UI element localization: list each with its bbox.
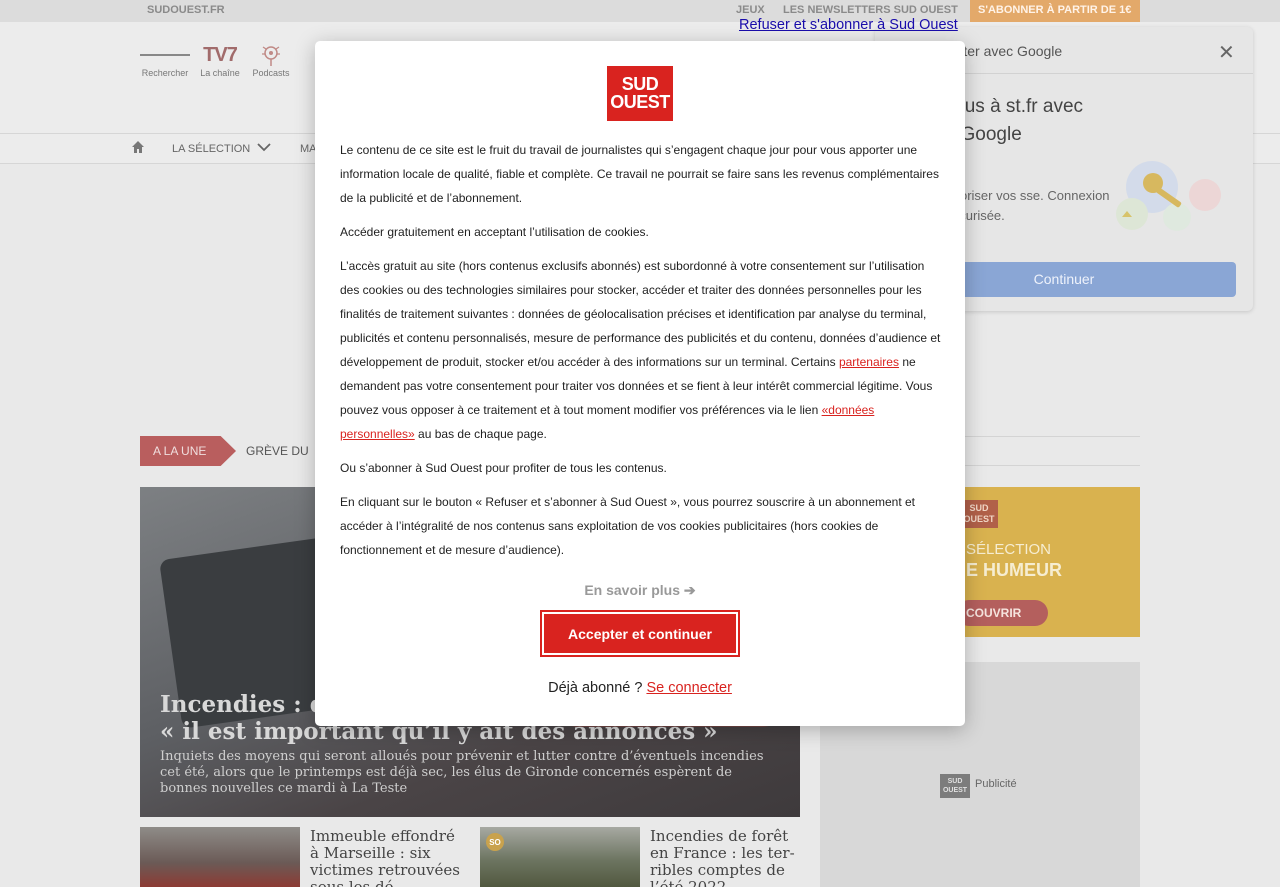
consent-details-text: au bas de chaque page. [414, 427, 547, 441]
consent-details-text: L’accès gratuit au site (hors contenus e… [340, 259, 941, 369]
consent-refuse-info: En cliquant sur le bouton « Refuser et s… [340, 495, 916, 557]
refuse-and-subscribe-link[interactable]: Refuser et s'abonner à Sud Ouest [739, 17, 958, 33]
learn-more-link[interactable]: En savoir plus ➔ [315, 582, 965, 599]
partners-link[interactable]: partenaires [839, 355, 899, 369]
tv7-link[interactable]: TV7 La chaîne [198, 42, 242, 79]
article-thumbnail [140, 827, 300, 887]
games-link[interactable]: JEUX [736, 4, 765, 16]
accept-and-continue-button[interactable]: Accepter et continuer [544, 614, 736, 653]
key-illustration-icon [1116, 161, 1221, 231]
top-stories-tag: A LA UNE [140, 436, 236, 466]
already-subscribed-label: Déjà abonné ? [548, 680, 643, 696]
already-subscribed: Déjà abonné ? Se connecter [315, 680, 965, 696]
consent-details: L’accès gratuit au site (hors contenus e… [340, 254, 945, 446]
article-card[interactable]: SO Incendies de forêt en France : les te… [480, 827, 800, 887]
article-title[interactable]: Incendies de forêt en France : les ter-r… [650, 828, 800, 887]
newsletters-link[interactable]: LES NEWSLETTERS SUD OUEST [783, 4, 958, 16]
subscribe-button[interactable]: S'ABONNER À PARTIR DE 1€ [970, 0, 1140, 22]
podcast-icon [250, 42, 292, 68]
chevron-down-icon [257, 143, 271, 152]
sudouest-logo: SUD OUEST [607, 66, 673, 121]
podcasts-link[interactable]: Podcasts [250, 42, 292, 78]
search-menu-button[interactable]: Rechercher [140, 42, 191, 78]
article-title[interactable]: Immeuble effondré à Marseille : six vict… [310, 828, 460, 887]
consent-subscribe: Ou s’abonner à Sud Ouest pour profiter d… [340, 461, 667, 475]
search-label: Rechercher [141, 68, 189, 78]
article-thumbnail: SO [480, 827, 640, 887]
tv7-logo: TV7 [203, 43, 238, 66]
login-link[interactable]: Se connecter [646, 680, 731, 696]
sudouest-logo: SUD OUEST [960, 500, 998, 528]
home-icon[interactable] [131, 140, 145, 154]
promo-line1: SÉLECTION [966, 541, 1052, 558]
nav-item-selection[interactable]: LA SÉLECTION [172, 143, 271, 155]
close-icon[interactable]: ✕ [1218, 40, 1235, 65]
article-card[interactable]: Immeuble effondré à Marseille : six vict… [140, 827, 460, 887]
premium-badge: SO [486, 833, 504, 851]
discover-button[interactable]: COUVRIR [956, 600, 1048, 626]
consent-text: Le contenu de ce site est le fruit du tr… [340, 138, 945, 572]
ad-label: Publicité [975, 778, 1017, 790]
promo-line2: E HUMEUR [966, 560, 1063, 580]
consent-modal: SUD OUEST Le contenu de ce site est le fr… [315, 41, 965, 726]
sudouest-logo: SUD OUEST [940, 774, 970, 798]
top-bar: SUDOUEST.FR JEUX LES NEWSLETTERS SUD OUE… [0, 0, 1280, 22]
accept-button-focus-ring: Accepter et continuer [540, 610, 740, 657]
consent-free-access: Accéder gratuitement en acceptant l’util… [340, 225, 649, 239]
podcasts-label: Podcasts [252, 68, 290, 78]
hero-lead: Inquiets des moyens qui seront alloués p… [160, 749, 764, 796]
nav-selection-label: LA SÉLECTION [172, 143, 251, 155]
site-name-link[interactable]: SUDOUEST.FR [147, 4, 225, 16]
tv7-label: La chaîne [200, 68, 240, 78]
consent-intro: Le contenu de ce site est le fruit du tr… [340, 143, 939, 205]
ticker-item[interactable]: GRÈVE DU [246, 444, 309, 458]
hamburger-icon [140, 42, 191, 68]
